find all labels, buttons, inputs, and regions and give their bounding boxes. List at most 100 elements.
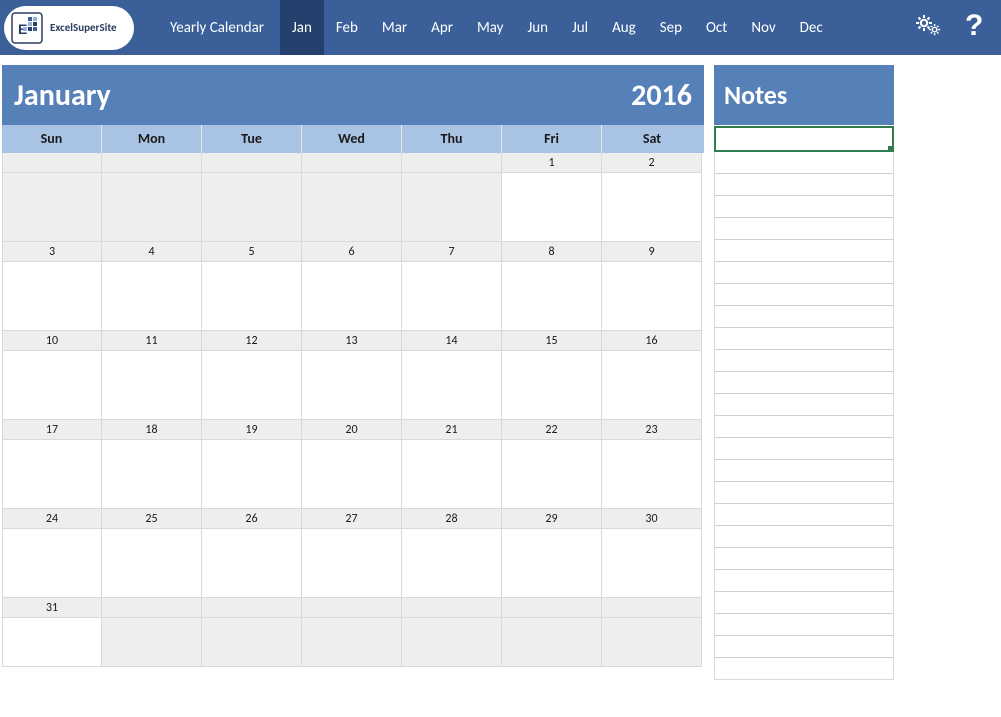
calendar-cell[interactable]: 1 (502, 153, 602, 242)
calendar-cell[interactable]: 25 (102, 509, 202, 598)
day-body[interactable] (502, 440, 601, 508)
day-body[interactable] (602, 529, 701, 597)
day-body[interactable] (202, 173, 301, 241)
day-body[interactable] (502, 529, 601, 597)
day-body[interactable] (102, 262, 201, 330)
day-body[interactable] (302, 529, 401, 597)
notes-active-cell[interactable] (714, 126, 894, 152)
calendar-cell[interactable]: 31 (2, 598, 102, 667)
calendar-cell[interactable]: 3 (2, 242, 102, 331)
calendar-cell[interactable]: 11 (102, 331, 202, 420)
day-body[interactable] (3, 529, 101, 597)
day-body[interactable] (302, 351, 401, 419)
calendar-cell[interactable] (502, 598, 602, 667)
tab-month-jun[interactable]: Jun (515, 0, 560, 55)
calendar-cell[interactable]: 19 (202, 420, 302, 509)
calendar-cell[interactable]: 24 (2, 509, 102, 598)
calendar-cell[interactable]: 2 (602, 153, 702, 242)
calendar-cell[interactable]: 26 (202, 509, 302, 598)
calendar-cell[interactable]: 4 (102, 242, 202, 331)
calendar-cell[interactable] (102, 598, 202, 667)
tab-month-sep[interactable]: Sep (648, 0, 694, 55)
day-body[interactable] (302, 262, 401, 330)
day-body[interactable] (102, 351, 201, 419)
day-body[interactable] (102, 529, 201, 597)
calendar-cell[interactable]: 13 (302, 331, 402, 420)
calendar-cell[interactable]: 30 (602, 509, 702, 598)
tab-month-may[interactable]: May (465, 0, 516, 55)
day-body[interactable] (402, 618, 501, 666)
calendar-cell[interactable]: 7 (402, 242, 502, 331)
day-body[interactable] (402, 529, 501, 597)
day-body[interactable] (202, 262, 301, 330)
calendar-cell[interactable] (302, 153, 402, 242)
calendar-cell[interactable]: 21 (402, 420, 502, 509)
day-body[interactable] (402, 173, 501, 241)
tab-month-nov[interactable]: Nov (739, 0, 787, 55)
calendar-cell[interactable]: 27 (302, 509, 402, 598)
calendar-cell[interactable]: 5 (202, 242, 302, 331)
day-body[interactable] (502, 618, 601, 666)
calendar-cell[interactable]: 28 (402, 509, 502, 598)
calendar-cell[interactable]: 6 (302, 242, 402, 331)
calendar-cell[interactable]: 14 (402, 331, 502, 420)
tab-month-dec[interactable]: Dec (788, 0, 835, 55)
settings-icon[interactable] (913, 13, 941, 42)
day-body[interactable] (202, 351, 301, 419)
calendar-cell[interactable]: 22 (502, 420, 602, 509)
calendar-cell[interactable] (302, 598, 402, 667)
day-body[interactable] (302, 440, 401, 508)
calendar-cell[interactable] (202, 598, 302, 667)
tab-month-jan[interactable]: Jan (280, 0, 324, 55)
day-body[interactable] (302, 173, 401, 241)
tab-month-jul[interactable]: Jul (560, 0, 600, 55)
day-body[interactable] (202, 618, 301, 666)
calendar-cell[interactable]: 15 (502, 331, 602, 420)
calendar-cell[interactable]: 9 (602, 242, 702, 331)
day-body[interactable] (3, 440, 101, 508)
notes-lines[interactable] (714, 152, 894, 680)
calendar-cell[interactable]: 29 (502, 509, 602, 598)
day-body[interactable] (402, 262, 501, 330)
tab-month-apr[interactable]: Apr (419, 0, 465, 55)
calendar-cell[interactable] (402, 598, 502, 667)
calendar-cell[interactable] (202, 153, 302, 242)
day-body[interactable] (402, 351, 501, 419)
tab-month-mar[interactable]: Mar (370, 0, 419, 55)
day-body[interactable] (602, 173, 701, 241)
tab-month-feb[interactable]: Feb (324, 0, 370, 55)
tab-month-aug[interactable]: Aug (600, 0, 648, 55)
calendar-cell[interactable]: 8 (502, 242, 602, 331)
calendar-cell[interactable]: 18 (102, 420, 202, 509)
day-body[interactable] (3, 173, 101, 241)
day-body[interactable] (202, 440, 301, 508)
calendar-cell[interactable]: 16 (602, 331, 702, 420)
calendar-cell[interactable]: 20 (302, 420, 402, 509)
calendar-cell[interactable] (402, 153, 502, 242)
calendar-cell[interactable]: 12 (202, 331, 302, 420)
day-body[interactable] (3, 262, 101, 330)
calendar-cell[interactable] (102, 153, 202, 242)
calendar-cell[interactable]: 17 (2, 420, 102, 509)
day-body[interactable] (502, 351, 601, 419)
day-body[interactable] (402, 440, 501, 508)
calendar-cell[interactable] (602, 598, 702, 667)
tab-yearly-calendar[interactable]: Yearly Calendar (154, 0, 280, 55)
day-body[interactable] (602, 440, 701, 508)
day-body[interactable] (602, 262, 701, 330)
calendar-cell[interactable]: 23 (602, 420, 702, 509)
tab-month-oct[interactable]: Oct (694, 0, 739, 55)
day-body[interactable] (102, 440, 201, 508)
day-body[interactable] (3, 351, 101, 419)
help-icon[interactable]: ? (963, 11, 983, 44)
day-body[interactable] (502, 173, 601, 241)
day-body[interactable] (102, 173, 201, 241)
day-body[interactable] (602, 351, 701, 419)
calendar-cell[interactable]: 10 (2, 331, 102, 420)
day-body[interactable] (502, 262, 601, 330)
day-body[interactable] (202, 529, 301, 597)
day-body[interactable] (102, 618, 201, 666)
day-body[interactable] (3, 618, 101, 666)
day-body[interactable] (602, 618, 701, 666)
calendar-cell[interactable] (2, 153, 102, 242)
